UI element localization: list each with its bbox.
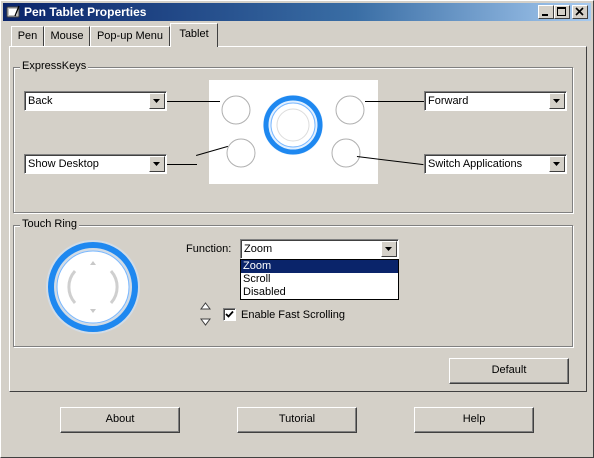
dropdown-button[interactable] [149,156,165,172]
close-button[interactable] [572,5,588,19]
function-option-scroll[interactable]: Scroll [241,273,398,286]
scroll-down-icon [200,318,211,326]
chevron-down-icon [153,99,160,103]
expresskey-button-bottom-right [331,138,361,168]
window-title: Pen Tablet Properties [24,5,147,19]
expresskey-bottom-right-select[interactable]: Switch Applications [424,154,567,174]
tutorial-button[interactable]: Tutorial [237,407,357,433]
expresskey-button-bottom-left [226,138,256,168]
dropdown-button[interactable] [549,93,565,109]
minimize-button[interactable] [538,5,554,19]
tab-pen[interactable]: Pen [11,26,44,46]
expresskey-top-left-value: Back [28,95,53,107]
checkmark-icon [225,310,234,318]
tab-mouse[interactable]: Mouse [44,26,90,46]
default-button[interactable]: Default [449,358,569,384]
fast-scrolling-label[interactable]: Enable Fast Scrolling [241,309,345,321]
tab-popup-menu[interactable]: Pop-up Menu [90,26,170,46]
expresskey-bottom-left-value: Show Desktop [28,158,99,170]
maximize-button[interactable] [554,5,570,19]
close-icon [575,7,584,16]
connector-line [167,101,220,102]
function-option-zoom[interactable]: Zoom [241,260,398,273]
dropdown-button[interactable] [381,241,397,257]
expresskeys-group-label: ExpressKeys [20,60,89,72]
chevron-down-icon [553,99,560,103]
chevron-down-icon [153,162,160,166]
tablet-icon [6,5,20,18]
chevron-down-icon [385,247,392,251]
expresskey-button-top-left [221,95,251,125]
scroll-up-icon [200,302,211,310]
expresskey-button-top-right [335,95,365,125]
tab-tablet[interactable]: Tablet [170,23,218,47]
function-value: Zoom [244,243,273,255]
touch-ring-preview [263,95,323,155]
expresskey-diagram [221,95,365,168]
title-bar[interactable]: Pen Tablet Properties [3,3,591,21]
function-select[interactable]: Zoom [240,239,399,259]
connector-line [167,164,197,165]
function-option-disabled[interactable]: Disabled [241,286,398,299]
maximize-icon [557,7,566,16]
expresskey-top-left-select[interactable]: Back [24,91,167,111]
function-dropdown-list: Zoom Scroll Disabled [240,259,399,300]
dropdown-button[interactable] [149,93,165,109]
function-label: Function: [186,243,232,255]
touch-ring-graphic [46,240,140,334]
minimize-icon [542,14,548,16]
dropdown-button[interactable] [549,156,565,172]
expresskey-top-right-value: Forward [428,95,469,107]
fast-scrolling-checkbox[interactable] [223,308,236,321]
expresskey-bottom-right-value: Switch Applications [428,158,523,170]
chevron-down-icon [553,162,560,166]
tablet-controls-preview [209,80,378,184]
about-button[interactable]: About [60,407,180,433]
help-button[interactable]: Help [414,407,534,433]
scroll-arrows [200,302,211,326]
properties-window: Pen Tablet Properties Pen Mouse Pop-up M… [0,0,594,458]
touch-ring-group-label: Touch Ring [20,218,80,230]
expresskey-top-right-select[interactable]: Forward [424,91,567,111]
expresskey-bottom-left-select[interactable]: Show Desktop [24,154,167,174]
connector-line [365,101,424,102]
